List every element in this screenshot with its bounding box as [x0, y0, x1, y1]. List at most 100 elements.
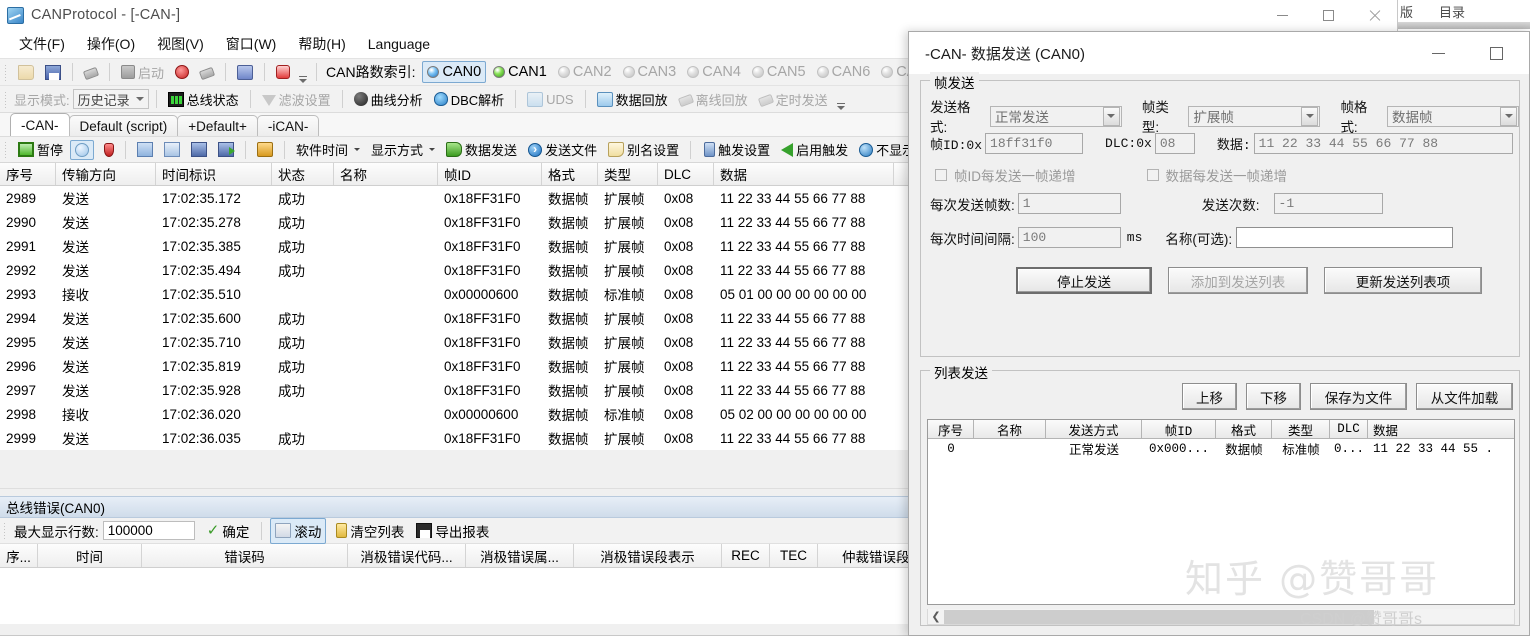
err-col-tec[interactable]: TEC	[770, 544, 818, 567]
minimize-button[interactable]	[1259, 0, 1305, 30]
max-rows-input[interactable]: 100000	[103, 521, 195, 540]
menu-window[interactable]: 窗口(W)	[215, 31, 288, 57]
start-button[interactable]: 启动	[117, 61, 168, 84]
menu-file[interactable]: 文件(F)	[8, 31, 76, 57]
help-button[interactable]	[272, 63, 294, 81]
channel-can4[interactable]: CAN4	[683, 62, 745, 82]
dbc-parse-button[interactable]: DBC解析	[430, 88, 508, 111]
combo-arrow-button[interactable]	[1500, 107, 1517, 126]
menu-help[interactable]: 帮助(H)	[287, 31, 356, 57]
err-col-seq[interactable]: 序...	[0, 544, 38, 567]
clear-list-button[interactable]: 清空列表	[330, 519, 408, 543]
menu-operation[interactable]: 操作(O)	[76, 31, 146, 57]
confirm-button[interactable]: ✓确定	[203, 519, 254, 543]
frame-id-input[interactable]: 18ff31f0	[985, 133, 1083, 154]
update-list-item-button[interactable]: 更新发送列表项	[1324, 267, 1482, 294]
list-item[interactable]: 0正常发送0x000...数据帧标准帧0...11 22 33 44 55 .	[928, 439, 1514, 458]
data-replay-button[interactable]: 数据回放	[593, 88, 672, 111]
col-name[interactable]: 名称	[334, 163, 438, 185]
channel-can3[interactable]: CAN3	[619, 62, 681, 82]
toolbar-grip[interactable]	[4, 91, 8, 108]
frame-format-combo[interactable]: 数据帧	[1387, 106, 1519, 127]
err-col-code[interactable]: 错误码	[142, 544, 348, 567]
display-mode-menu-button[interactable]: 显示方式	[367, 138, 439, 161]
col-dir[interactable]: 传输方向	[56, 163, 156, 185]
save-as-button[interactable]	[214, 140, 238, 159]
send-file-button[interactable]: 发送文件	[524, 138, 601, 161]
menu-view[interactable]: 视图(V)	[146, 31, 215, 57]
list-col-mode[interactable]: 发送方式	[1046, 420, 1142, 438]
toolbar2-overflow-button[interactable]	[835, 88, 847, 110]
col-data[interactable]: 数据	[714, 163, 894, 185]
software-time-button[interactable]: 软件时间	[292, 138, 364, 161]
data-input[interactable]: 11 22 33 44 55 66 77 88	[1254, 133, 1513, 154]
pause-button[interactable]: 暂停	[14, 138, 67, 161]
tab-default-script[interactable]: Default (script)	[69, 115, 179, 136]
err-col-time[interactable]: 时间	[38, 544, 142, 567]
copy-button[interactable]	[133, 140, 157, 159]
frame-type-combo[interactable]: 扩展帧	[1188, 106, 1320, 127]
tag-button[interactable]	[80, 64, 102, 80]
wrench-button[interactable]	[196, 64, 218, 80]
scroll-toggle-button[interactable]: 滚动	[270, 518, 326, 544]
copy-alt-button[interactable]	[160, 140, 184, 159]
col-dlc[interactable]: DLC	[658, 163, 714, 185]
list-col-dlc[interactable]: DLC	[1330, 420, 1368, 438]
frames-per-send-input[interactable]: 1	[1018, 193, 1121, 214]
save-button[interactable]	[41, 63, 65, 82]
err-col-passive-seg[interactable]: 消极错误段表示	[574, 544, 722, 567]
curve-analysis-button[interactable]: 曲线分析	[350, 88, 427, 111]
menu-language[interactable]: Language	[357, 33, 441, 55]
stop-button[interactable]	[171, 63, 193, 81]
filter-settings-button[interactable]: 滤波设置	[258, 88, 335, 111]
list-col-id[interactable]: 帧ID	[1142, 420, 1216, 438]
combo-arrow-button[interactable]	[1301, 107, 1318, 126]
export-report-button[interactable]: 导出报表	[412, 519, 493, 543]
list-col-data[interactable]: 数据	[1368, 420, 1514, 438]
move-down-button[interactable]: 下移	[1246, 383, 1301, 410]
col-format[interactable]: 格式	[542, 163, 598, 185]
package-button[interactable]	[253, 140, 277, 159]
col-id[interactable]: 帧ID	[438, 163, 542, 185]
name-input[interactable]	[1236, 227, 1453, 248]
col-type[interactable]: 类型	[598, 163, 658, 185]
col-seq[interactable]: 序号	[0, 163, 56, 185]
timed-send-button[interactable]: 定时发送	[755, 88, 832, 111]
add-to-list-button[interactable]: 添加到发送列表	[1168, 267, 1308, 294]
bus-status-button[interactable]: 总线状态	[164, 88, 243, 111]
toolbar-grip[interactable]	[3, 522, 7, 539]
box-button[interactable]	[233, 63, 257, 82]
list-col-name[interactable]: 名称	[974, 420, 1046, 438]
maximize-button[interactable]	[1305, 0, 1351, 30]
increment-frame-id-checkbox[interactable]: 帧ID每发送一帧递增	[935, 165, 1076, 185]
close-button[interactable]	[1351, 0, 1397, 30]
toolbar-overflow-button[interactable]	[297, 61, 309, 83]
open-button[interactable]	[14, 63, 38, 82]
dialog-minimize-button[interactable]	[1409, 32, 1467, 74]
tab-ican[interactable]: -iCAN-	[257, 115, 320, 136]
interval-input[interactable]: 100	[1018, 227, 1121, 248]
tab-plus-default[interactable]: +Default+	[177, 115, 258, 136]
list-col-seq[interactable]: 序号	[928, 420, 974, 438]
send-data-button[interactable]: 数据发送	[442, 138, 521, 161]
channel-can0[interactable]: CAN0	[422, 61, 486, 83]
list-col-format[interactable]: 格式	[1216, 420, 1272, 438]
move-up-button[interactable]: 上移	[1182, 383, 1237, 410]
send-count-input[interactable]: -1	[1274, 193, 1383, 214]
trigger-settings-button[interactable]: 触发设置	[698, 138, 774, 161]
offline-replay-button[interactable]: 离线回放	[675, 88, 752, 111]
send-list-hscrollbar[interactable]: ❮	[927, 609, 1515, 625]
channel-can6[interactable]: CAN6	[813, 62, 875, 82]
save-to-file-button[interactable]: 保存为文件	[1310, 383, 1407, 410]
tab-can[interactable]: -CAN-	[10, 113, 70, 136]
scroll-left-arrow-icon[interactable]: ❮	[928, 609, 944, 625]
channel-can1[interactable]: CAN1	[489, 62, 551, 82]
err-col-rec[interactable]: REC	[722, 544, 770, 567]
err-col-passive-attr[interactable]: 消极错误属...	[466, 544, 574, 567]
send-format-combo[interactable]: 正常发送	[990, 106, 1122, 127]
stop-send-button[interactable]: 停止发送	[1016, 267, 1152, 294]
dlc-input[interactable]: 08	[1155, 133, 1195, 154]
err-col-passive-code[interactable]: 消极错误代码...	[348, 544, 466, 567]
list-col-type[interactable]: 类型	[1272, 420, 1330, 438]
col-time[interactable]: 时间标识	[156, 163, 272, 185]
